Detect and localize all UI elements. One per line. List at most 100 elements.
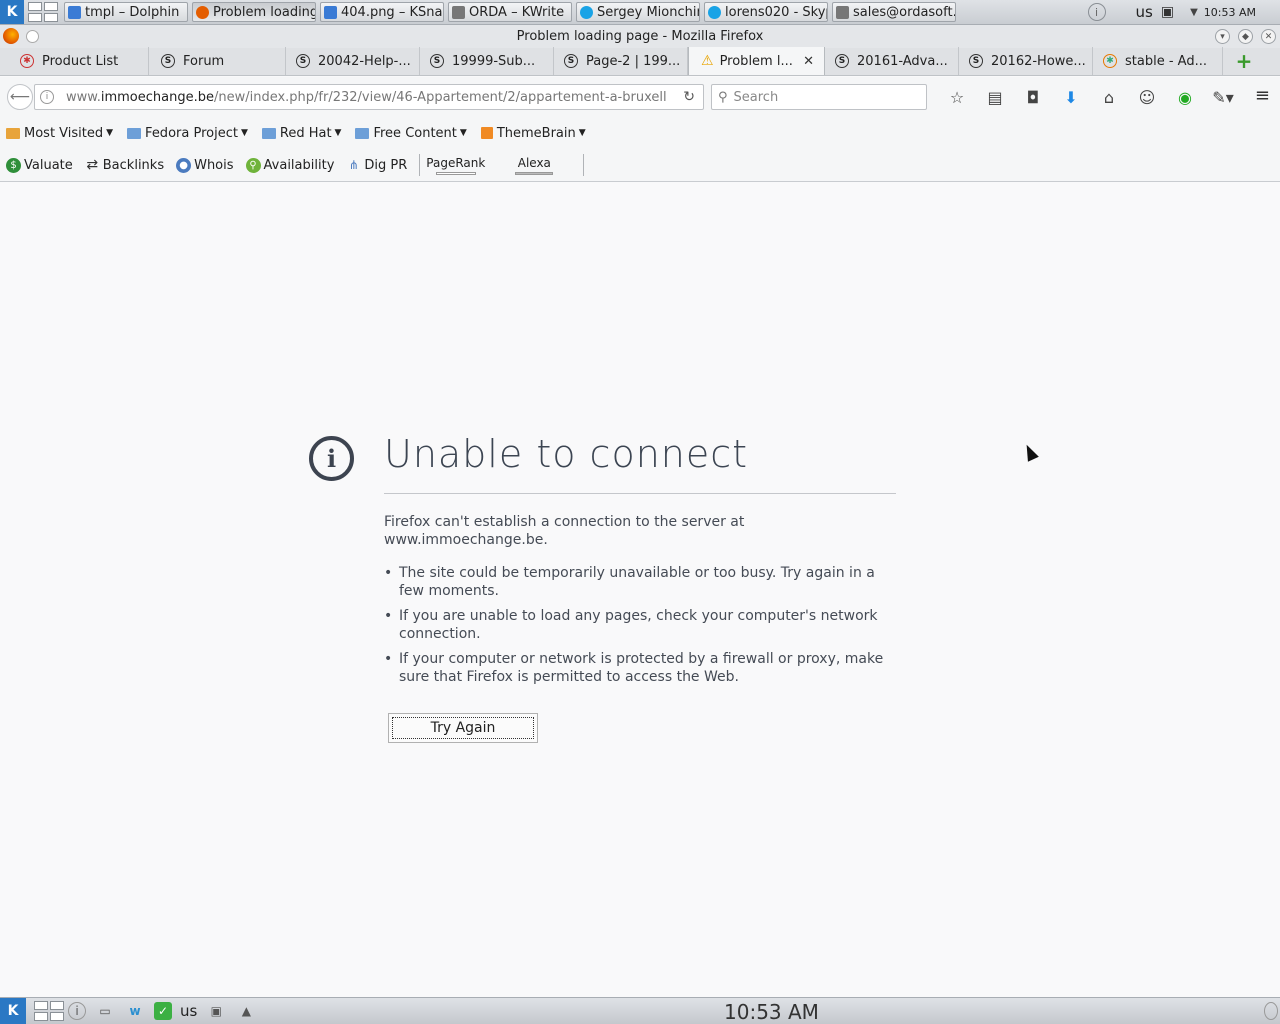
bookmarks-toolbar: Most Visited ▼ Fedora Project ▼ Red Hat ▼ F… — [0, 117, 1280, 149]
show-desktop-icon[interactable]: ▭ — [94, 1001, 116, 1021]
panel-toolbox-icon[interactable] — [1264, 1002, 1278, 1020]
list-item: If your computer or network is protected… — [384, 650, 898, 686]
tab-20161[interactable]: S 20161-Adva... — [825, 47, 959, 75]
backlinks-label: Backlinks — [102, 157, 165, 173]
tab-label: 19999-Sub... — [452, 53, 536, 69]
bookmark-themebrain[interactable]: ThemeBrain ▼ — [480, 126, 586, 141]
reload-icon[interactable]: ↻ — [683, 89, 695, 105]
extension-icon[interactable]: ◉ — [1166, 88, 1204, 107]
keyboard-layout[interactable]: us — [180, 1002, 197, 1020]
task-mail[interactable]: sales@ordasoft. — [832, 2, 956, 22]
tab-20162[interactable]: S 20162-Howe... — [959, 47, 1093, 75]
reading-list-icon[interactable]: ▤ — [976, 88, 1014, 107]
tab-20042[interactable]: S 20042-Help-... — [286, 47, 420, 75]
back-arrow-icon: ⟵ — [9, 89, 31, 105]
try-again-button[interactable]: Try Again — [388, 713, 538, 743]
pocket-icon[interactable]: ◘ — [1014, 88, 1052, 107]
bookmark-fedora-project[interactable]: Fedora Project ▼ — [127, 126, 248, 141]
tab-forum[interactable]: S Forum — [149, 47, 286, 75]
clock[interactable]: 10:53 AM — [1204, 6, 1256, 19]
pin-icon[interactable] — [26, 30, 39, 43]
dig-pr-button[interactable]: ⋔ Dig PR — [346, 158, 407, 173]
info-icon[interactable]: i — [1087, 3, 1106, 21]
alexa-bar — [515, 171, 554, 175]
bookmark-label: Free Content — [373, 125, 457, 141]
whois-label: Whois — [194, 157, 234, 173]
tab-label: Page-2 | 199... — [586, 53, 681, 69]
tab-close-icon[interactable]: ✕ — [803, 54, 814, 69]
task-firefox[interactable]: Problem loading — [192, 2, 316, 22]
ksnapshot-icon — [324, 5, 337, 19]
alexa-meter[interactable]: Alexa — [515, 156, 554, 175]
bookmark-label: Most Visited — [24, 125, 104, 141]
window-titlebar[interactable]: Problem loading page - Mozilla Firefox ▾… — [0, 25, 1280, 48]
new-tab-button[interactable]: + — [1229, 47, 1259, 75]
url-host: immoechange.be — [100, 89, 214, 105]
minimize-button[interactable]: ▾ — [1215, 29, 1230, 44]
valuate-button[interactable]: $ Valuate — [6, 157, 73, 173]
check-icon[interactable]: ✓ — [154, 1002, 172, 1020]
tray-expand-icon[interactable]: ▼ — [1190, 7, 1198, 18]
network-icon: ⋔ — [348, 158, 359, 172]
task-label: Problem loading — [213, 4, 316, 20]
try-again-label: Try Again — [392, 717, 534, 739]
back-button[interactable]: ⟵ — [7, 84, 33, 110]
info-icon[interactable]: i — [68, 1002, 86, 1020]
keyboard-layout[interactable]: us — [1136, 3, 1153, 21]
close-button[interactable]: ✕ — [1261, 29, 1276, 44]
task-label: Sergey Mionchin — [597, 4, 700, 20]
task-kwrite[interactable]: ORDA – KWrite — [448, 2, 572, 22]
url-bar[interactable]: i www. immoechange.be/new/index.php/fr/23… — [34, 84, 704, 110]
bookmark-most-visited[interactable]: Most Visited ▼ — [6, 126, 113, 141]
pagerank-bar — [435, 171, 476, 175]
home-icon[interactable]: ⌂ — [1090, 88, 1128, 107]
bookmark-star-icon[interactable]: ☆ — [938, 88, 976, 107]
list-item: If you are unable to load any pages, che… — [384, 607, 898, 643]
addon-menu-icon[interactable]: ✎▾ — [1204, 88, 1242, 107]
pagerank-meter[interactable]: PageRank — [426, 156, 485, 175]
kde-menu-button[interactable]: K — [0, 998, 26, 1024]
folder-icon — [261, 127, 276, 139]
task-dolphin[interactable]: tmpl – Dolphin — [64, 2, 188, 22]
clipboard-icon[interactable]: ▣ — [205, 1001, 227, 1021]
task-skype-chat[interactable]: Sergey Mionchin — [576, 2, 700, 22]
task-label: ORDA – KWrite — [469, 4, 565, 20]
downloads-icon[interactable]: ⬇ — [1052, 88, 1090, 107]
chevron-down-icon: ▼ — [459, 128, 467, 138]
availability-button[interactable]: ⚲ Availability — [245, 157, 334, 173]
bookmark-free-content[interactable]: Free Content ▼ — [355, 125, 467, 141]
backlinks-button[interactable]: ⇄ Backlinks — [85, 157, 165, 173]
task-label: tmpl – Dolphin — [85, 4, 180, 20]
tab-19999[interactable]: S 19999-Sub... — [420, 47, 554, 75]
pagerank-label: PageRank — [426, 155, 486, 170]
desktop-pager[interactable] — [28, 2, 58, 22]
mail-icon — [836, 5, 849, 19]
bookmark-red-hat[interactable]: Red Hat ▼ — [261, 126, 341, 141]
site-info-icon[interactable]: i — [40, 90, 54, 104]
clipboard-icon[interactable]: ▣ — [1161, 4, 1174, 20]
tray-expand-icon[interactable]: ▲ — [235, 1001, 257, 1021]
kde-menu-button[interactable]: K — [0, 0, 24, 24]
tab-stable[interactable]: ✱ stable - Ad... — [1093, 47, 1223, 75]
folder-icon — [355, 127, 370, 139]
desktop-pager[interactable] — [34, 1001, 64, 1021]
firefox-icon[interactable] — [3, 28, 19, 44]
search-placeholder: Search — [733, 89, 779, 105]
whois-button[interactable]: ● Whois — [176, 157, 234, 173]
update-icon[interactable]: w — [124, 1001, 146, 1021]
task-skype[interactable]: lorens020 - Skyp — [704, 2, 828, 22]
globe-icon: ● — [176, 157, 192, 173]
menu-icon[interactable]: ≡ — [1255, 85, 1270, 106]
tab-page-2[interactable]: S Page-2 | 199... — [554, 47, 688, 75]
maximize-button[interactable]: ◆ — [1238, 29, 1253, 44]
search-input[interactable]: ⚲ Search — [711, 84, 927, 110]
task-ksnapshot[interactable]: 404.png – KSnap — [320, 2, 444, 22]
chat-icon[interactable]: ☺ — [1128, 88, 1166, 107]
tab-label: Problem l... — [719, 53, 793, 69]
tab-problem-loading[interactable]: ⚠ Problem l... ✕ — [688, 47, 825, 75]
tab-product-list[interactable]: ✱ Product List — [0, 47, 149, 75]
most-visited-icon — [6, 127, 20, 139]
task-label: 404.png – KSnap — [341, 4, 444, 20]
clock[interactable]: 10:53 AM — [724, 1000, 819, 1024]
task-label: sales@ordasoft. — [853, 4, 956, 20]
